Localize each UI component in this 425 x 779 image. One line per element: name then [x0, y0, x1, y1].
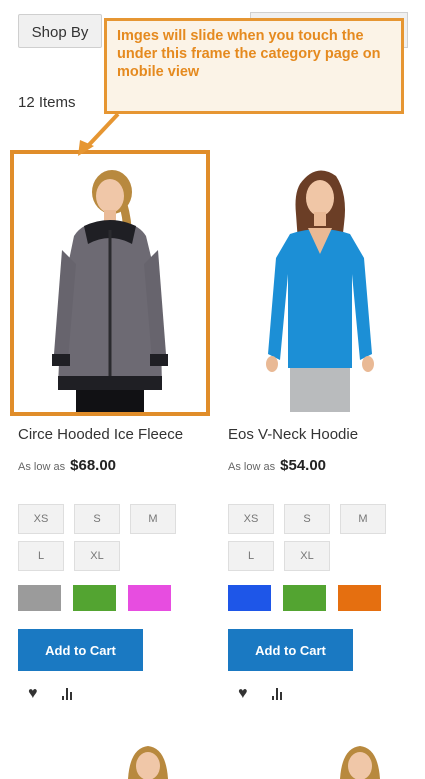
product-card: Eos V-Neck Hoodie As low as $54.00 XS S … — [220, 150, 420, 703]
size-swatch-xl[interactable]: XL — [74, 541, 120, 571]
color-swatch-green[interactable] — [73, 585, 116, 611]
product-image-frame[interactable] — [220, 150, 420, 416]
size-swatch-s[interactable]: S — [284, 504, 330, 534]
product-actions: ♥ — [220, 685, 420, 703]
product-image — [224, 154, 416, 412]
size-swatch-s[interactable]: S — [74, 504, 120, 534]
size-swatches: XS S M L XL — [10, 504, 198, 571]
price-amount: $54.00 — [280, 457, 327, 474]
size-swatches: XS S M L XL — [220, 504, 408, 571]
add-to-cart-button[interactable]: Add to Cart — [228, 629, 353, 671]
product-actions: ♥ — [10, 685, 210, 703]
shop-by-button[interactable]: Shop By — [18, 14, 102, 48]
annotation-callout: Imges will slide when you touch the unde… — [104, 18, 404, 114]
size-swatch-m[interactable]: M — [130, 504, 176, 534]
color-swatch-gray[interactable] — [18, 585, 61, 611]
compare-bar-chart-icon[interactable] — [271, 688, 282, 700]
size-swatch-xs[interactable]: XS — [228, 504, 274, 534]
next-product-image[interactable] — [330, 742, 390, 779]
product-price: As low as $68.00 — [10, 457, 210, 474]
price-amount: $68.00 — [70, 457, 117, 474]
wishlist-heart-icon[interactable]: ♥ — [238, 685, 248, 703]
size-swatch-l[interactable]: L — [18, 541, 64, 571]
color-swatch-orange[interactable] — [338, 585, 381, 611]
product-image — [14, 154, 206, 412]
color-swatches — [10, 585, 210, 611]
size-swatch-xs[interactable]: XS — [18, 504, 64, 534]
price-prefix: As low as — [228, 461, 276, 473]
product-card: Circe Hooded Ice Fleece As low as $68.00… — [10, 150, 210, 703]
size-swatch-l[interactable]: L — [228, 541, 274, 571]
next-product-image[interactable] — [118, 742, 178, 779]
product-name[interactable]: Eos V-Neck Hoodie — [220, 426, 420, 443]
compare-bar-chart-icon[interactable] — [61, 688, 72, 700]
size-swatch-m[interactable]: M — [340, 504, 386, 534]
product-name[interactable]: Circe Hooded Ice Fleece — [10, 426, 210, 443]
color-swatch-magenta[interactable] — [128, 585, 171, 611]
size-swatch-xl[interactable]: XL — [284, 541, 330, 571]
color-swatches — [220, 585, 420, 611]
price-prefix: As low as — [18, 461, 66, 473]
color-swatch-green[interactable] — [283, 585, 326, 611]
item-count: 12 Items — [18, 94, 76, 111]
product-price: As low as $54.00 — [220, 457, 420, 474]
color-swatch-blue[interactable] — [228, 585, 271, 611]
product-image-frame[interactable] — [10, 150, 210, 416]
add-to-cart-button[interactable]: Add to Cart — [18, 629, 143, 671]
wishlist-heart-icon[interactable]: ♥ — [28, 685, 38, 703]
